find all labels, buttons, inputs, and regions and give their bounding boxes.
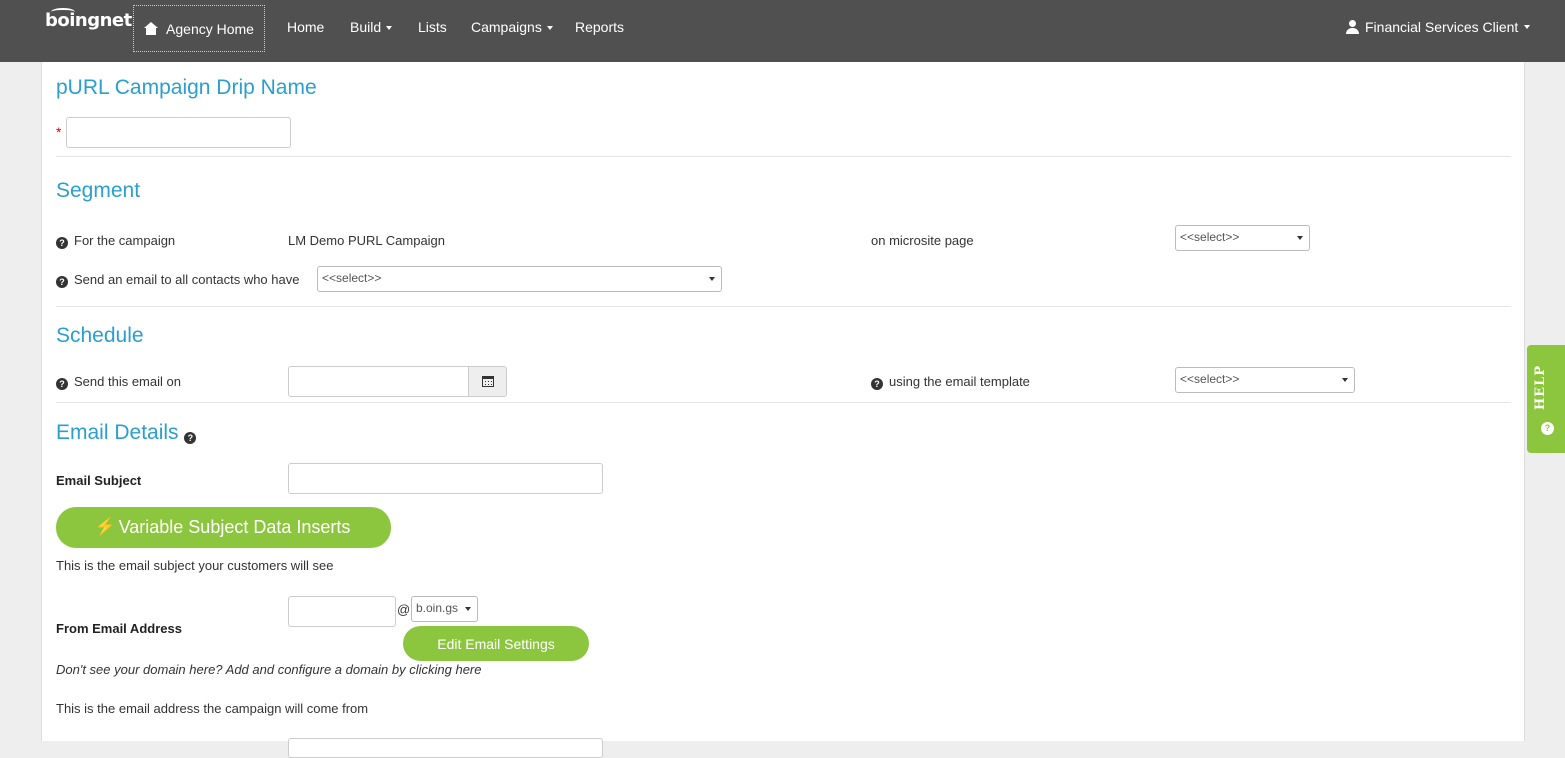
subject-help-text: This is the email subject your customers… <box>56 558 334 573</box>
template-select-value: <<select>> <box>1180 372 1240 386</box>
edit-email-settings-button[interactable]: Edit Email Settings <box>403 626 589 661</box>
send-date-input[interactable] <box>288 366 469 397</box>
send-label: Send an email to all contacts who have <box>74 272 300 287</box>
divider <box>56 306 1511 307</box>
divider <box>56 156 1511 157</box>
help-tab[interactable]: HELP ? <box>1527 345 1565 453</box>
question-icon[interactable]: ? <box>871 378 883 390</box>
divider <box>56 402 1511 403</box>
calendar-button[interactable] <box>468 366 507 397</box>
nav-lists[interactable]: Lists <box>418 19 447 35</box>
question-icon[interactable]: ? <box>184 432 197 444</box>
nav-reports[interactable]: Reports <box>575 19 624 35</box>
email-details-title: Email Details <box>56 421 179 444</box>
bolt-icon <box>95 517 116 537</box>
microsite-page-select[interactable]: <<select>> <box>1175 225 1310 251</box>
question-icon[interactable]: ? <box>56 276 68 288</box>
caret-down-icon <box>1524 25 1531 29</box>
caret-down-icon <box>546 26 553 31</box>
user-menu[interactable]: Financial Services Client <box>1346 19 1531 35</box>
nav-home[interactable]: Home <box>287 19 324 35</box>
form-panel: pURL Campaign Drip Name * Segment ? For t… <box>41 62 1525 758</box>
domain-note-link[interactable]: Don't see your domain here? Add and conf… <box>56 662 481 677</box>
agency-home-label: Agency Home <box>166 20 254 37</box>
user-icon <box>1346 20 1359 34</box>
required-marker: * <box>56 124 62 140</box>
contacts-select-value: <<select>> <box>322 271 382 285</box>
for-campaign-label: For the campaign <box>74 233 176 248</box>
email-subject-input[interactable] <box>288 463 603 494</box>
send-on-label-row: ? Send this email on <box>56 374 181 390</box>
template-label: using the email template <box>889 374 1030 389</box>
variable-subject-inserts-button[interactable]: Variable Subject Data Inserts <box>56 507 391 548</box>
from-help-text: This is the email address the campaign w… <box>56 701 369 716</box>
select-arrow-icon <box>465 607 471 611</box>
email-subject-label: Email Subject <box>56 473 142 488</box>
for-campaign-label-row: ? For the campaign <box>56 233 175 249</box>
email-template-select[interactable]: <<select>> <box>1175 367 1355 393</box>
help-label: HELP <box>1533 365 1548 411</box>
question-icon: ? <box>1541 422 1554 435</box>
domain-select-value: b.oin.gs <box>416 601 459 615</box>
send-on-label: Send this email on <box>74 374 181 389</box>
top-navbar: boingnet Agency Home Home Build Lists Ca… <box>0 0 1565 62</box>
nav-lists-label: Lists <box>418 19 447 35</box>
section-title-schedule: Schedule <box>56 324 144 347</box>
nav-home-label: Home <box>287 19 325 35</box>
agency-home-button[interactable]: Agency Home <box>133 5 265 52</box>
from-email-label: From Email Address <box>56 621 182 636</box>
nav-campaigns-label: Campaigns <box>471 19 542 35</box>
calendar-icon <box>482 376 494 387</box>
section-title-segment: Segment <box>56 179 141 202</box>
select-arrow-icon <box>1297 236 1303 240</box>
section-title-name: pURL Campaign Drip Name <box>56 76 317 99</box>
variable-button-label: Variable Subject Data Inserts <box>118 517 351 537</box>
from-email-input[interactable] <box>288 596 396 627</box>
next-field-input[interactable] <box>288 738 603 758</box>
question-icon[interactable]: ? <box>56 378 68 390</box>
template-label-row: ? using the email template <box>871 374 1030 390</box>
microsite-select-value: <<select>> <box>1180 230 1240 244</box>
campaign-name: LM Demo PURL Campaign <box>288 233 446 248</box>
microsite-label: on microsite page <box>871 233 974 248</box>
caret-down-icon <box>386 26 393 31</box>
email-domain-select[interactable]: b.oin.gs <box>411 596 478 622</box>
contacts-criteria-select[interactable]: <<select>> <box>317 266 722 292</box>
nav-build[interactable]: Build <box>350 19 393 35</box>
section-title-email-details: Email Details ? <box>56 421 202 445</box>
boingnet-logo[interactable]: boingnet <box>45 10 132 31</box>
nav-build-label: Build <box>350 19 382 35</box>
nav-campaigns[interactable]: Campaigns <box>471 19 553 35</box>
question-icon[interactable]: ? <box>56 237 68 249</box>
user-name: Financial Services Client <box>1365 19 1519 35</box>
select-arrow-icon <box>1342 378 1348 382</box>
send-label-row: ? Send an email to all contacts who have <box>56 272 299 288</box>
select-arrow-icon <box>709 277 715 281</box>
drip-name-input[interactable] <box>66 117 291 148</box>
at-sign: @ <box>397 602 411 617</box>
nav-reports-label: Reports <box>575 19 625 35</box>
home-icon <box>144 22 159 35</box>
